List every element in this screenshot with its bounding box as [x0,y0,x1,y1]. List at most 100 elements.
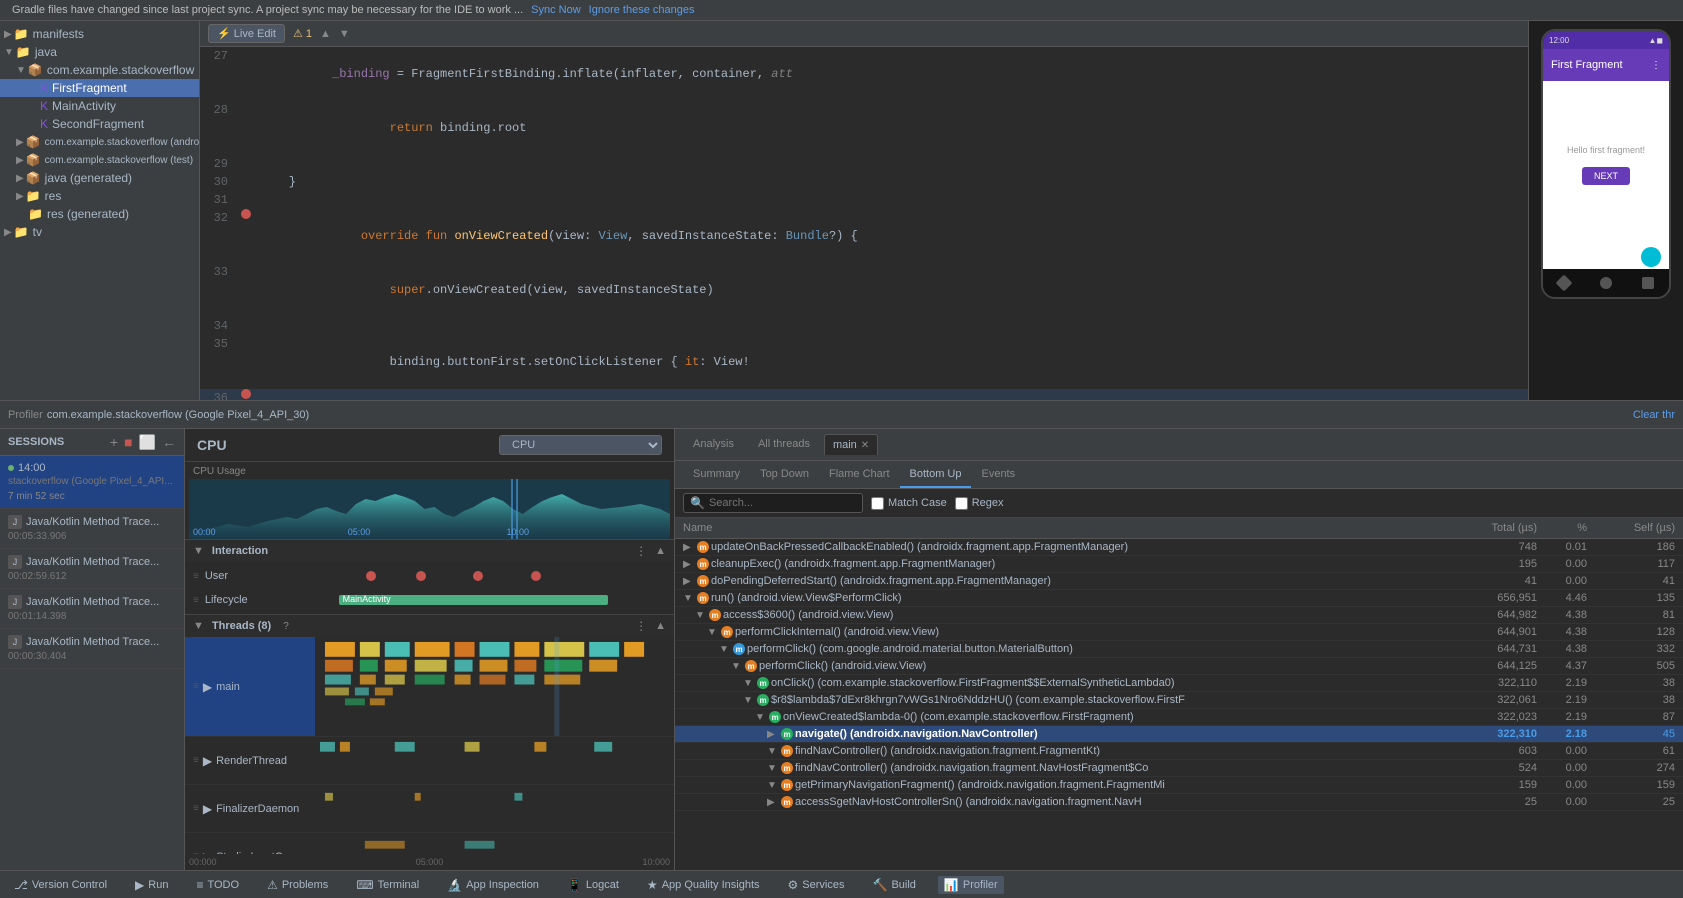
sync-now-link[interactable]: Sync Now [531,4,581,16]
tab-all-threads[interactable]: All threads [748,432,820,458]
subtab-summary[interactable]: Summary [683,462,750,488]
table-row[interactable]: ▶ m updateOnBackPressedCallbackEnabled()… [675,539,1683,556]
threads-expand-btn[interactable]: ▲ [655,620,666,632]
tree-item-android-test[interactable]: ▶ 📦 com.example.stackoverflow (androidTe… [0,133,199,151]
import-session-btn[interactable]: ← [162,435,176,449]
table-row[interactable]: ▼ m $r8$lambda$7dExr8khrgn7vWGs1Nro6Nddz… [675,692,1683,709]
expand-btn[interactable]: ▼ [707,627,719,638]
session-item-4[interactable]: J Java/Kotlin Method Trace... 00:00:30.4… [0,629,184,669]
tree-item-tv[interactable]: ▶ 📁 tv [0,223,199,241]
regex-checkbox[interactable] [955,497,968,510]
threads-menu-btn[interactable]: ⋮ [635,619,647,633]
table-row[interactable]: ▶ m doPendingDeferredStart() (androidx.f… [675,573,1683,590]
search-input[interactable] [709,497,849,509]
breakpoint-32[interactable] [241,209,251,219]
nav-down-btn[interactable]: ▼ [339,28,350,40]
status-app-inspection[interactable]: 🔬 App Inspection [441,876,545,894]
session-item-2[interactable]: J Java/Kotlin Method Trace... 00:02:59.6… [0,549,184,589]
status-todo[interactable]: ≡ TODO [190,876,245,894]
ignore-changes-link[interactable]: Ignore these changes [589,4,695,16]
thread-label-studio[interactable]: ≡ ▶ Studio:InputCon [185,833,315,854]
table-row[interactable]: ▼ m run() (android.view.View$PerformClic… [675,590,1683,607]
match-case-label[interactable]: Match Case [871,497,947,510]
tab-main[interactable]: main ✕ [824,434,878,455]
tree-item-res-generated[interactable]: 📁 res (generated) [0,205,199,223]
tree-item-mainactivity[interactable]: K MainActivity [0,97,199,115]
table-row[interactable]: ▼ m performClickInternal() (android.view… [675,624,1683,641]
expand-btn[interactable]: ▼ [731,661,743,672]
session-item-1[interactable]: J Java/Kotlin Method Trace... 00:05:33.9… [0,509,184,549]
expand-btn[interactable]: ▼ [755,712,767,723]
tree-item-res[interactable]: ▶ 📁 res [0,187,199,205]
table-row[interactable]: ▶ m cleanupExec() (androidx.fragment.app… [675,556,1683,573]
match-case-checkbox[interactable] [871,497,884,510]
subtab-flame-chart[interactable]: Flame Chart [819,462,900,488]
status-terminal[interactable]: ⌨ Terminal [350,876,425,894]
subtab-top-down[interactable]: Top Down [750,462,819,488]
clear-threads-btn[interactable]: Clear thr [1633,409,1675,421]
regex-label[interactable]: Regex [955,497,1004,510]
table-row[interactable]: ▼ m performClick() (com.google.android.m… [675,641,1683,658]
status-build[interactable]: 🔨 Build [866,876,921,894]
table-row[interactable]: ▼ m access$3600() (android.view.View) 64… [675,607,1683,624]
add-session-btn[interactable]: + [110,435,118,449]
nav-up-btn[interactable]: ▲ [320,28,331,40]
cpu-mode-dropdown[interactable]: CPU Java/Kotlin Method Trace [499,435,662,455]
tree-item-java-generated[interactable]: ▶ 📦 java (generated) [0,169,199,187]
expand-btn[interactable]: ▶ [767,797,779,808]
tree-item-secondfragment[interactable]: K SecondFragment [0,115,199,133]
session-item-3[interactable]: J Java/Kotlin Method Trace... 00:01:14.3… [0,589,184,629]
expand-btn[interactable]: ▼ [767,780,779,791]
interaction-menu-btn[interactable]: ⋮ [635,544,647,558]
subtab-bottom-up[interactable]: Bottom Up [900,462,972,488]
threads-collapse-btn[interactable]: ▼ [193,620,204,632]
table-row[interactable]: ▼ m performClick() (android.view.View) 6… [675,658,1683,675]
main-tab-close[interactable]: ✕ [861,440,869,451]
expand-btn[interactable]: ▼ [767,746,779,757]
expand-btn[interactable]: ▼ [767,763,779,774]
tree-item-manifests[interactable]: ▶ 📁 manifests [0,25,199,43]
tree-item-firstfragment[interactable]: K FirstFragment [0,79,199,97]
expand-btn[interactable]: ▼ [719,644,731,655]
export-session-btn[interactable]: ⬜ [139,435,156,449]
interaction-collapse-btn[interactable]: ▼ [193,545,204,557]
stop-session-btn[interactable]: ■ [124,435,132,449]
expand-btn[interactable]: ▶ [683,559,695,570]
subtab-events[interactable]: Events [971,462,1025,488]
device-fab[interactable] [1641,247,1661,267]
breakpoint-36[interactable] [241,389,251,399]
status-app-quality[interactable]: ★ App Quality Insights [641,876,766,894]
tree-item-package[interactable]: ▼ 📦 com.example.stackoverflow [0,61,199,79]
status-services[interactable]: ⚙ Services [782,876,851,894]
table-row[interactable]: ▼ m getPrimaryNavigationFragment() (andr… [675,777,1683,794]
table-row[interactable]: ▼ m findNavController() (androidx.naviga… [675,743,1683,760]
expand-btn[interactable]: ▶ [683,576,695,587]
expand-btn[interactable]: ▶ [767,729,779,740]
session-item-active[interactable]: 14:00 stackoverflow (Google Pixel_4_API.… [0,456,184,509]
expand-btn[interactable]: ▼ [683,593,695,604]
device-next-button[interactable]: NEXT [1582,167,1630,185]
threads-help-btn[interactable]: ? [283,621,289,632]
thread-label-finalizer[interactable]: ≡ ▶ FinalizerDaemon [185,785,315,833]
table-row[interactable]: ▶ m accessSgetNavHostControllerSn() (and… [675,794,1683,811]
live-edit-button[interactable]: ⚡ Live Edit [208,24,285,43]
tree-item-test[interactable]: ▶ 📦 com.example.stackoverflow (test) [0,151,199,169]
status-version-control[interactable]: ⎇ Version Control [8,876,113,894]
table-row[interactable]: ▼ m onViewCreated$lambda-0() (com.exampl… [675,709,1683,726]
table-row[interactable]: ▼ m onClick() (com.example.stackoverflow… [675,675,1683,692]
status-profiler[interactable]: 📊 Profiler [938,876,1004,894]
table-row[interactable]: ▼ m findNavController() (androidx.naviga… [675,760,1683,777]
status-problems[interactable]: ⚠ Problems [261,876,334,894]
thread-label-render[interactable]: ≡ ▶ RenderThread [185,737,315,785]
status-logcat[interactable]: 📱 Logcat [561,876,625,894]
expand-btn[interactable]: ▶ [683,542,695,553]
interaction-expand-btn[interactable]: ▲ [655,545,666,557]
tab-analysis[interactable]: Analysis [683,432,744,458]
expand-btn[interactable]: ▼ [743,695,755,706]
tree-item-java[interactable]: ▼ 📁 java [0,43,199,61]
status-run[interactable]: ▶ Run [129,876,174,894]
expand-btn[interactable]: ▼ [743,678,755,689]
table-row-navigate[interactable]: ▶ m navigate() (androidx.navigation.NavC… [675,726,1683,743]
expand-btn[interactable]: ▼ [695,610,707,621]
thread-label-main[interactable]: ≡ ▶ main [185,637,315,737]
